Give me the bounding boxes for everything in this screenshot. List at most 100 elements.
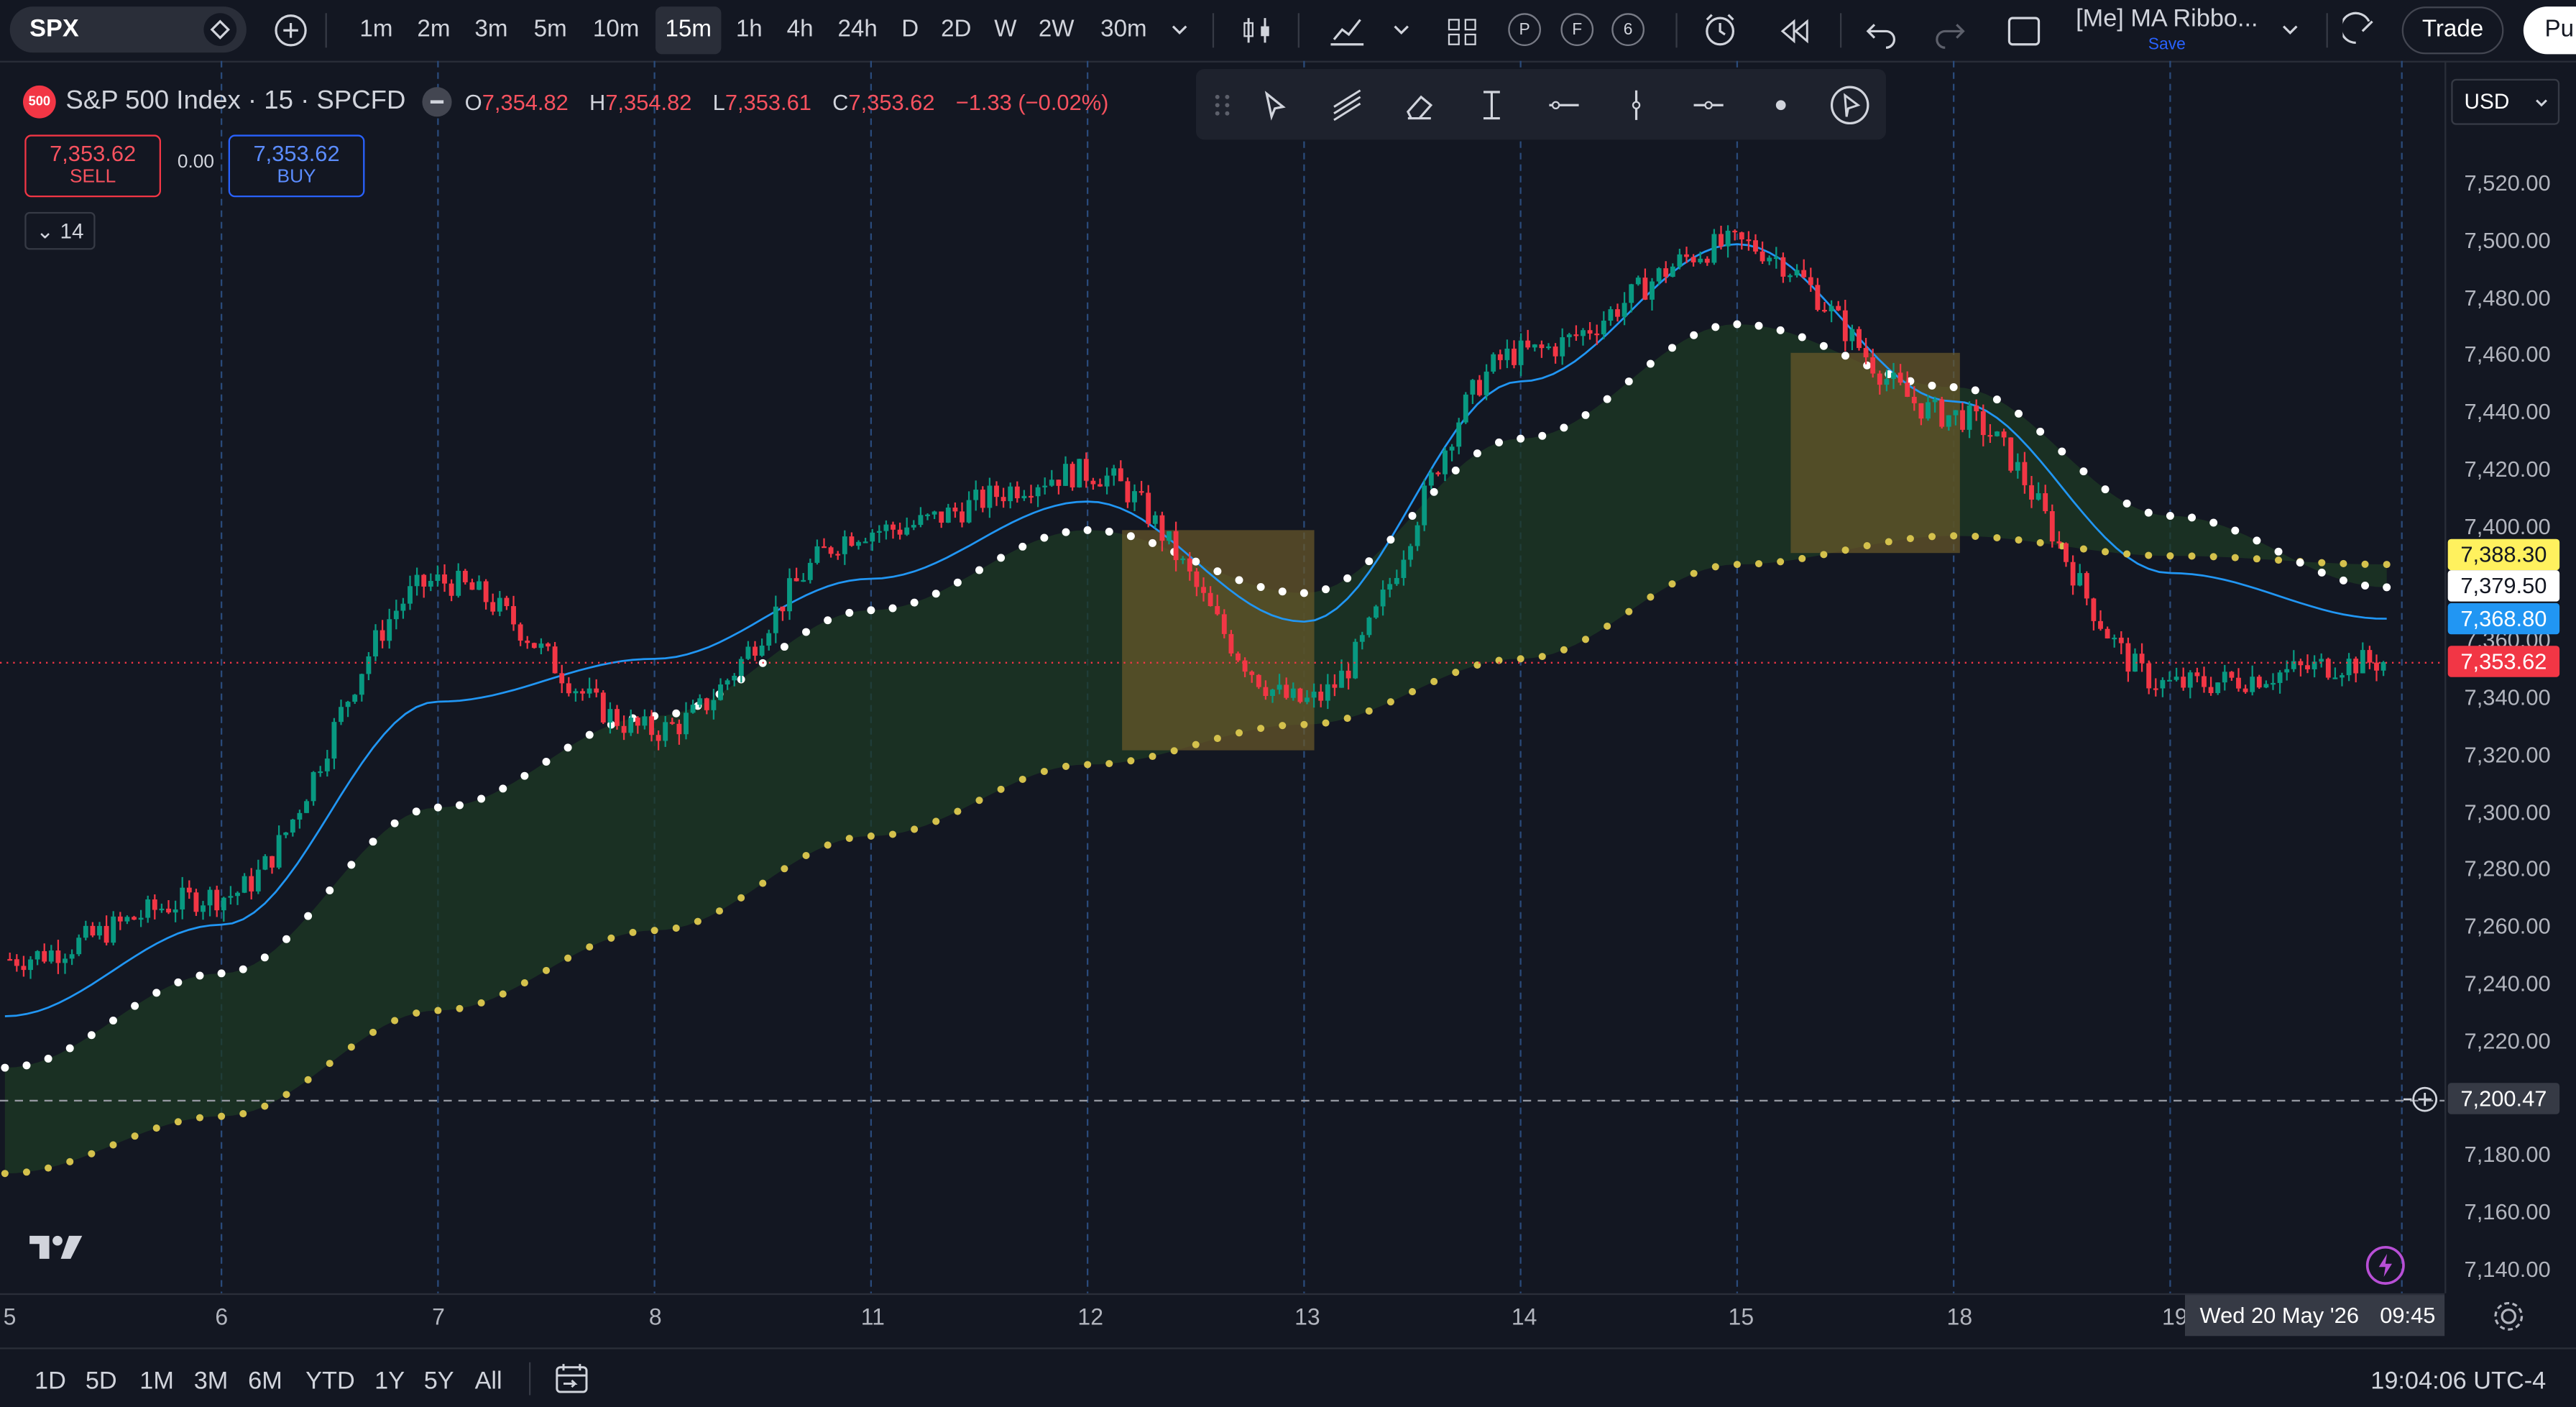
price-label: 7,260.00 bbox=[2464, 913, 2551, 939]
candle-body bbox=[1594, 333, 1600, 336]
redo-icon[interactable] bbox=[1928, 6, 1971, 54]
interval-2w[interactable]: 2W bbox=[1031, 6, 1081, 54]
candle-body bbox=[1725, 230, 1731, 247]
interval-24h[interactable]: 24h bbox=[829, 6, 886, 54]
badge-f[interactable]: F bbox=[1560, 13, 1594, 46]
replay-icon[interactable] bbox=[1771, 6, 1817, 54]
ma-slow-dot bbox=[1018, 775, 1026, 784]
settings-gear-icon[interactable] bbox=[2490, 1298, 2526, 1334]
indicators-collapse-toggle[interactable]: ⌄ 14 bbox=[24, 211, 96, 250]
ma-slow-dot bbox=[66, 1158, 74, 1165]
symbol-title[interactable]: S&P 500 Index · 15 · SPCFD bbox=[65, 87, 405, 116]
candle-body bbox=[552, 646, 558, 674]
diamond-icon[interactable] bbox=[203, 13, 237, 46]
time-axis[interactable] bbox=[0, 1293, 2445, 1341]
ma-mid-dot bbox=[239, 965, 247, 973]
candle-body bbox=[490, 602, 496, 612]
candle-body bbox=[1608, 309, 1614, 321]
candle-body bbox=[1615, 309, 1620, 317]
range-3m[interactable]: 3M bbox=[194, 1367, 229, 1395]
range-ytd[interactable]: YTD bbox=[305, 1367, 355, 1395]
chevron-down-icon[interactable] bbox=[2273, 6, 2306, 54]
range-1y[interactable]: 1Y bbox=[374, 1367, 405, 1395]
ma-slow-dot bbox=[218, 1112, 226, 1120]
interval-3m[interactable]: 3m bbox=[466, 6, 516, 54]
range-all[interactable]: All bbox=[475, 1367, 502, 1395]
candle-body bbox=[2036, 493, 2041, 500]
range-1d[interactable]: 1D bbox=[34, 1367, 66, 1395]
goto-date-icon[interactable] bbox=[552, 1361, 592, 1397]
publish-button[interactable]: Pu bbox=[2523, 6, 2576, 55]
buy-button[interactable]: 7,353.62 BUY bbox=[228, 134, 365, 198]
interval-1m[interactable]: 1m bbox=[351, 6, 401, 54]
measure-icon[interactable] bbox=[1476, 88, 1509, 122]
interval-w[interactable]: W bbox=[988, 6, 1024, 54]
trend-channel-icon[interactable] bbox=[1330, 88, 1363, 122]
drag-handle-icon[interactable] bbox=[1206, 88, 1239, 122]
cursor-icon[interactable] bbox=[1259, 88, 1292, 122]
candlestick-icon[interactable] bbox=[1236, 6, 1278, 54]
play-arrow-icon[interactable] bbox=[1830, 86, 1869, 125]
candle-body bbox=[1877, 373, 1882, 385]
clock[interactable]: 19:04:06 UTC-4 bbox=[2370, 1367, 2546, 1395]
interval-d[interactable]: D bbox=[893, 6, 926, 54]
indicators-icon[interactable] bbox=[1324, 6, 1370, 54]
interval-1h[interactable]: 1h bbox=[730, 6, 769, 54]
layout-menu[interactable]: [Me] MA Ribbo... Save bbox=[2064, 6, 2271, 54]
add-symbol-icon[interactable] bbox=[272, 6, 308, 54]
interval-2d[interactable]: 2D bbox=[933, 6, 979, 54]
ma-mid-dot bbox=[2383, 583, 2391, 592]
interval-4h[interactable]: 4h bbox=[778, 6, 821, 54]
ma-slow-dot bbox=[1257, 725, 1265, 733]
add-alert-plus-icon[interactable] bbox=[2402, 1085, 2442, 1114]
badge-6[interactable]: 6 bbox=[1611, 13, 1644, 46]
dot-icon[interactable] bbox=[1765, 88, 1798, 122]
alert-clock-icon[interactable] bbox=[1697, 6, 1743, 54]
candle-body bbox=[945, 507, 951, 523]
crosshair-date: Wed 20 May '26 bbox=[2199, 1303, 2360, 1328]
symbol-search[interactable]: SPX bbox=[9, 6, 247, 53]
range-5y[interactable]: 5Y bbox=[424, 1367, 454, 1395]
interval-15m[interactable]: 15m bbox=[655, 6, 722, 55]
currency-select[interactable]: USD bbox=[2451, 78, 2560, 125]
horizontal-line-icon[interactable] bbox=[1547, 88, 1581, 122]
ma-slow-dot bbox=[607, 934, 615, 942]
candle-body bbox=[421, 574, 427, 587]
hide-legend-icon[interactable] bbox=[422, 87, 452, 117]
layout-grid-icon[interactable] bbox=[1439, 6, 1485, 54]
interval-2m[interactable]: 2m bbox=[409, 6, 459, 54]
ma-slow-dot bbox=[1279, 722, 1287, 730]
range-5d[interactable]: 5D bbox=[86, 1367, 117, 1395]
price-chart[interactable] bbox=[0, 60, 2445, 1293]
divider bbox=[1675, 13, 1678, 48]
candle-body bbox=[1339, 670, 1344, 688]
ma-mid-dot bbox=[1798, 333, 1806, 342]
candle-body bbox=[48, 950, 54, 962]
badge-p[interactable]: P bbox=[1508, 13, 1541, 46]
candle-body bbox=[1773, 257, 1779, 260]
undo-icon[interactable] bbox=[1859, 6, 1902, 54]
cross-line-icon[interactable] bbox=[1692, 88, 1725, 122]
range-6m[interactable]: 6M bbox=[248, 1367, 282, 1395]
interval-10m[interactable]: 10m bbox=[585, 6, 648, 54]
interval-5m[interactable]: 5m bbox=[524, 6, 576, 54]
chevron-down-icon[interactable] bbox=[1163, 6, 1196, 54]
trade-button[interactable]: Trade bbox=[2401, 6, 2504, 55]
candle-body bbox=[1642, 278, 1648, 300]
fullscreen-icon[interactable] bbox=[2001, 6, 2047, 54]
ma-slow-dot bbox=[1040, 767, 1048, 776]
layout-save-label: Save bbox=[2148, 36, 2186, 55]
vertical-line-icon[interactable] bbox=[1620, 88, 1653, 122]
range-1m[interactable]: 1M bbox=[139, 1367, 174, 1395]
candle-body bbox=[1760, 251, 1765, 262]
candle-body bbox=[925, 514, 930, 516]
chevron-down-icon[interactable] bbox=[1385, 6, 1418, 54]
eraser-icon[interactable] bbox=[1403, 88, 1436, 122]
candle-body bbox=[856, 541, 861, 546]
sell-button[interactable]: 7,353.62 SELL bbox=[24, 134, 161, 198]
interval-30m[interactable]: 30m bbox=[1091, 6, 1156, 54]
quick-search-icon[interactable] bbox=[2340, 6, 2388, 54]
ma-mid-dot bbox=[1776, 326, 1785, 334]
candle-body bbox=[1029, 495, 1034, 498]
lightning-icon[interactable] bbox=[2363, 1242, 2409, 1288]
